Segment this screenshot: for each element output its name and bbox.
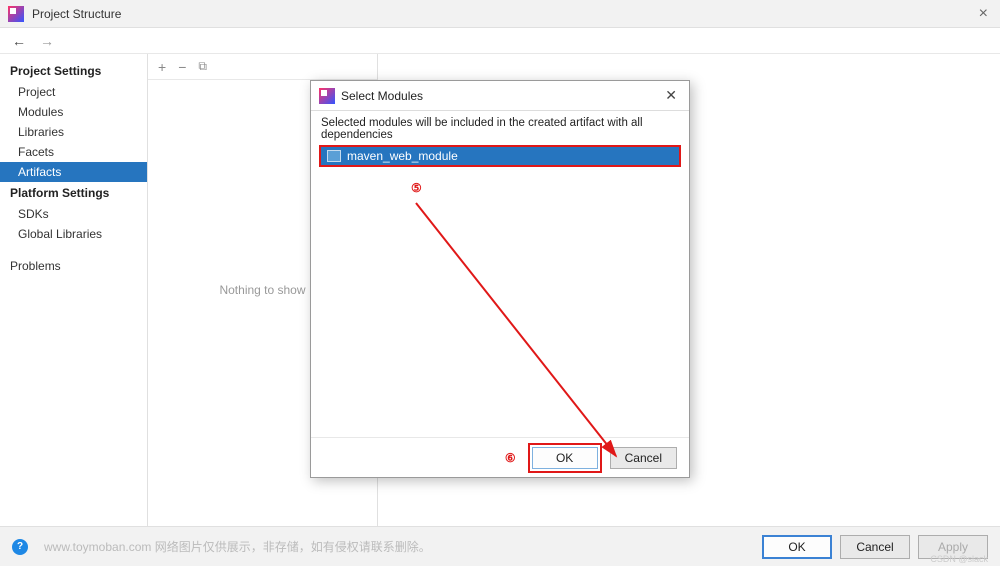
- window-title: Project Structure: [32, 7, 975, 21]
- sidebar-item-sdks[interactable]: SDKs: [0, 204, 147, 224]
- dialog-title-bar: Select Modules ✕: [311, 81, 689, 111]
- remove-icon[interactable]: −: [178, 59, 186, 75]
- cancel-button[interactable]: Cancel: [840, 535, 910, 559]
- nav-forward-button[interactable]: →: [36, 31, 58, 51]
- module-folder-icon: [327, 150, 341, 162]
- watermark-text: www.toymoban.com 网络图片仅供展示，非存储，如有侵权请联系删除。: [44, 538, 754, 555]
- intellij-icon: [319, 88, 335, 104]
- annotation-arrow: [411, 198, 641, 473]
- sidebar-heading-project-settings: Project Settings: [0, 60, 147, 82]
- module-list-item[interactable]: maven_web_module: [321, 147, 679, 165]
- empty-state-text: Nothing to show: [219, 283, 305, 297]
- intellij-icon: [8, 6, 24, 22]
- help-icon[interactable]: ?: [12, 539, 28, 555]
- nav-back-button[interactable]: ←: [8, 31, 30, 51]
- copy-icon[interactable]: ⧉: [198, 59, 207, 74]
- module-list: maven_web_module: [319, 145, 681, 167]
- sidebar-item-libraries[interactable]: Libraries: [0, 122, 147, 142]
- sidebar-spacer: [0, 244, 147, 256]
- sidebar-item-problems[interactable]: Problems: [0, 256, 147, 276]
- sidebar: Project Settings Project Modules Librari…: [0, 54, 148, 526]
- sidebar-item-artifacts[interactable]: Artifacts: [0, 162, 147, 182]
- sidebar-heading-platform-settings: Platform Settings: [0, 182, 147, 204]
- footer: ? www.toymoban.com 网络图片仅供展示，非存储，如有侵权请联系删…: [0, 526, 1000, 566]
- dialog-title: Select Modules: [341, 89, 661, 103]
- window-close-button[interactable]: ×: [975, 5, 992, 23]
- sidebar-item-project[interactable]: Project: [0, 82, 147, 102]
- sub-watermark: CSDN @slack: [930, 554, 988, 564]
- sidebar-item-facets[interactable]: Facets: [0, 142, 147, 162]
- sidebar-item-modules[interactable]: Modules: [0, 102, 147, 122]
- nav-bar: ← →: [0, 28, 1000, 54]
- dialog-body: ⑤: [311, 173, 689, 437]
- sidebar-item-global-libraries[interactable]: Global Libraries: [0, 224, 147, 244]
- select-modules-dialog: Select Modules ✕ Selected modules will b…: [310, 80, 690, 478]
- module-item-label: maven_web_module: [347, 149, 458, 163]
- dialog-close-button[interactable]: ✕: [661, 87, 681, 104]
- add-icon[interactable]: +: [158, 59, 166, 75]
- artifacts-toolbar: + − ⧉: [148, 54, 377, 80]
- ok-button[interactable]: OK: [762, 535, 832, 559]
- annotation-step-5: ⑤: [411, 181, 422, 195]
- window-title-bar: Project Structure ×: [0, 0, 1000, 28]
- dialog-description: Selected modules will be included in the…: [311, 111, 689, 145]
